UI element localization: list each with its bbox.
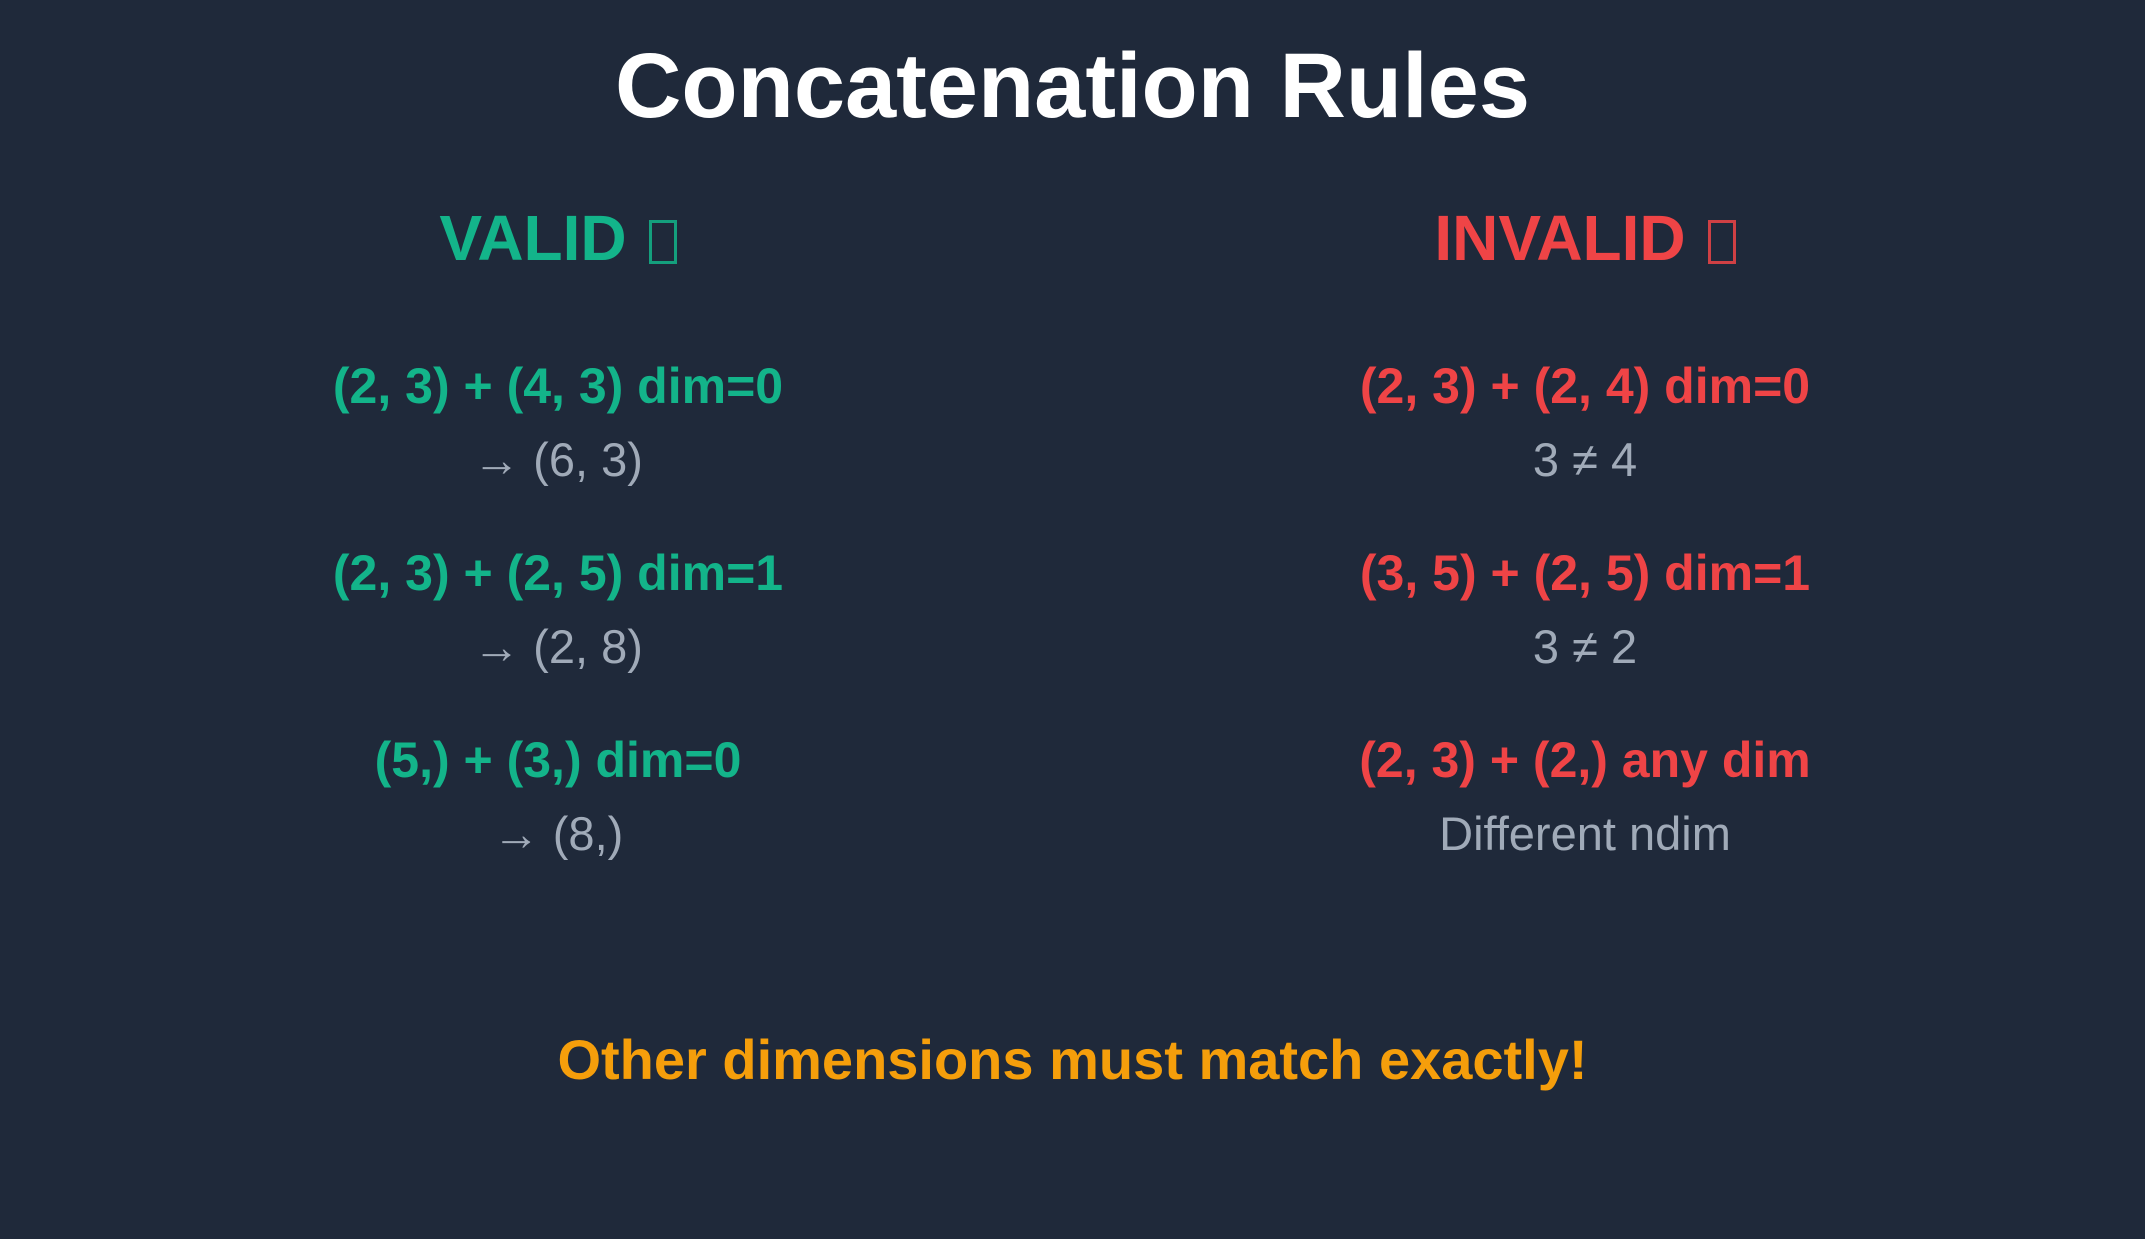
- valid-result: → (6, 3): [473, 433, 643, 486]
- valid-heading: VALID: [58, 198, 1058, 278]
- invalid-column: INVALID (2, 3) + (2, 4) dim=0 3 ≠ 4 (3, …: [1085, 0, 2085, 1000]
- invalid-heading: INVALID: [1085, 198, 2085, 278]
- invalid-reason: Different ndim: [1439, 807, 1731, 860]
- valid-result: → (2, 8): [473, 620, 643, 673]
- valid-expression: (2, 3) + (2, 5) dim=1: [332, 545, 784, 601]
- check-mark-icon: [648, 220, 677, 264]
- valid-heading-label: VALID: [439, 202, 627, 274]
- invalid-reason: 3 ≠ 2: [1532, 620, 1638, 673]
- invalid-reason: 3 ≠ 4: [1532, 433, 1638, 486]
- valid-expression: (2, 3) + (4, 3) dim=0: [332, 358, 784, 414]
- valid-column: VALID (2, 3) + (4, 3) dim=0 → (6, 3) (2,…: [58, 0, 1058, 1000]
- cross-mark-icon: [1707, 220, 1736, 264]
- invalid-heading-label: INVALID: [1434, 202, 1686, 274]
- invalid-expression: (2, 3) + (2,) any dim: [1359, 732, 1811, 788]
- invalid-expression: (2, 3) + (2, 4) dim=0: [1359, 358, 1811, 414]
- valid-result: → (8,): [492, 807, 624, 860]
- valid-expression: (5,) + (3,) dim=0: [374, 732, 742, 788]
- invalid-expression: (3, 5) + (2, 5) dim=1: [1359, 545, 1811, 601]
- footer-note: Other dimensions must match exactly!: [557, 1028, 1588, 1091]
